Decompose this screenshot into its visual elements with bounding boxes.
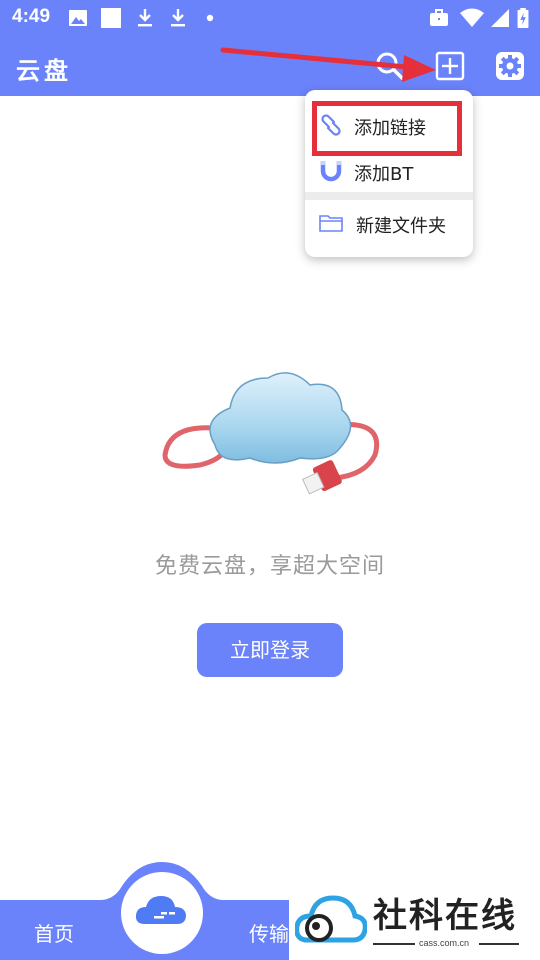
app-title: 云盘 bbox=[16, 57, 72, 85]
top-app-area: 4:49 云盘 bbox=[0, 0, 540, 96]
watermark: 社科在线 cass.com.cn bbox=[289, 880, 540, 960]
briefcase-icon bbox=[430, 9, 448, 26]
battery-charging-icon bbox=[517, 8, 529, 28]
status-bar: 4:49 bbox=[0, 0, 540, 36]
dot-icon bbox=[206, 14, 214, 22]
download-icon bbox=[171, 9, 185, 27]
folder-icon bbox=[319, 215, 343, 232]
menu-divider bbox=[305, 192, 473, 200]
menu-item-label: 添加BT bbox=[354, 164, 414, 185]
image-icon bbox=[69, 10, 87, 26]
status-time: 4:49 bbox=[12, 6, 51, 27]
nav-cloud-button[interactable] bbox=[121, 872, 203, 954]
settings-gear-icon[interactable] bbox=[494, 50, 526, 82]
watermark-text: 社科在线 bbox=[373, 896, 517, 936]
cloud-icon bbox=[135, 896, 186, 924]
download-icon bbox=[138, 9, 152, 27]
signal-icon bbox=[491, 9, 509, 27]
add-square-icon[interactable] bbox=[434, 50, 466, 82]
menu-item-new-folder[interactable]: 新建文件夹 bbox=[305, 200, 473, 246]
nav-home-tab[interactable]: 首页 bbox=[34, 918, 74, 947]
watermark-line bbox=[373, 943, 415, 945]
wifi-icon bbox=[460, 8, 484, 27]
login-button[interactable]: 立即登录 bbox=[197, 623, 343, 677]
watermark-logo-icon bbox=[295, 895, 367, 943]
square-icon bbox=[101, 8, 121, 28]
watermark-url: cass.com.cn bbox=[419, 938, 470, 948]
cloud-cable-illustration bbox=[162, 372, 379, 495]
menu-item-label: 新建文件夹 bbox=[356, 216, 446, 237]
magnet-icon bbox=[320, 161, 342, 182]
nav-transfer-tab[interactable]: 传输 bbox=[249, 918, 289, 947]
tagline-text: 免费云盘，享超大空间 bbox=[154, 554, 385, 579]
annotation-highlight-box bbox=[312, 101, 462, 156]
search-icon[interactable] bbox=[374, 50, 406, 82]
watermark-line bbox=[479, 943, 519, 945]
